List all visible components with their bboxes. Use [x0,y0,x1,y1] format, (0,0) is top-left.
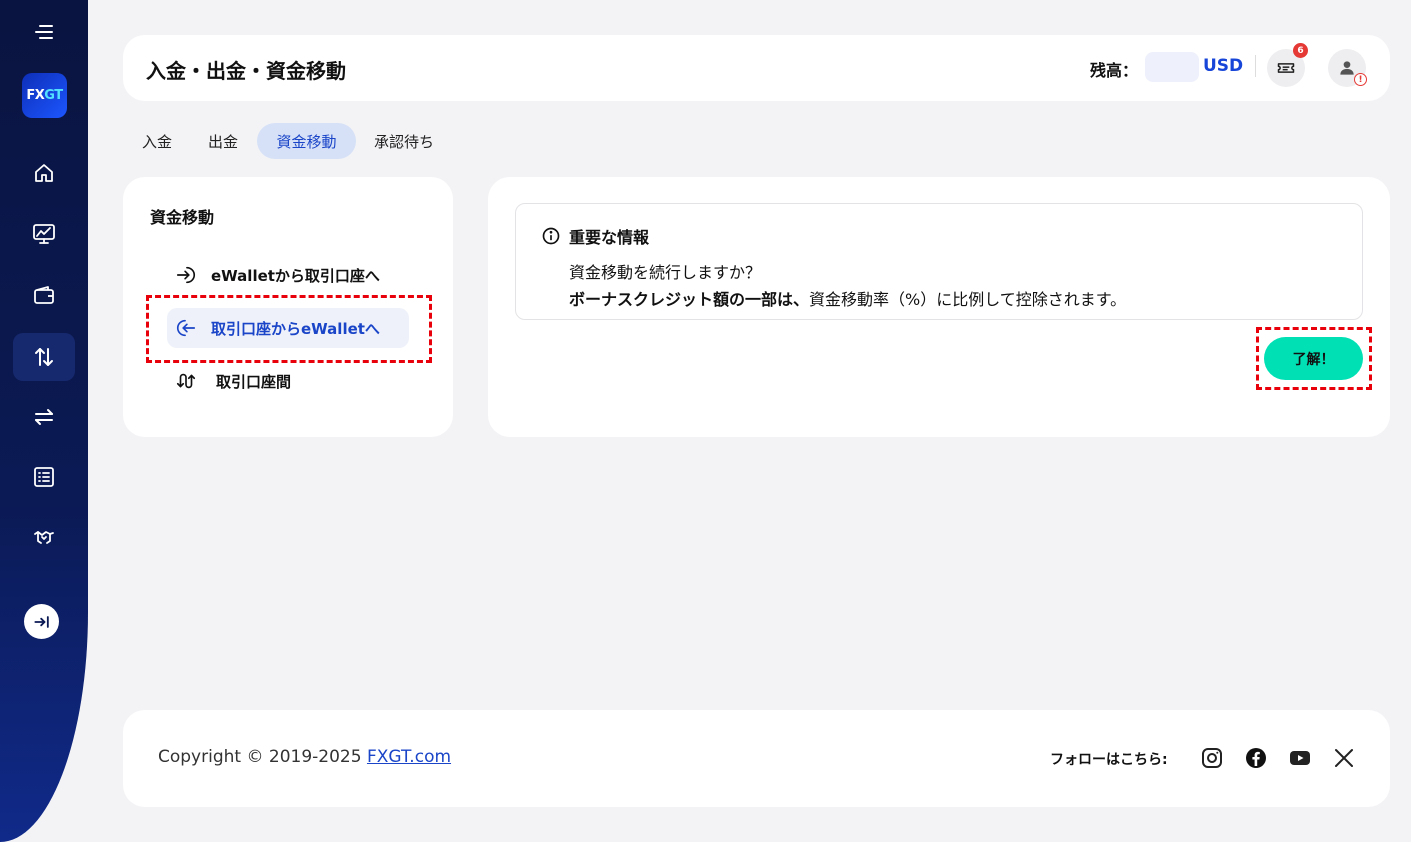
info-warning-text: 資金移動率（%）に比例して控除されます。 [809,290,1127,309]
x-icon[interactable] [1332,746,1356,770]
balance-amount-hidden [1145,52,1199,82]
youtube-icon[interactable] [1288,746,1312,770]
tab-transfer[interactable]: 資金移動 [257,123,356,159]
chart-icon[interactable] [20,210,68,258]
info-warning-bold: ボーナスクレジット額の一部は、 [569,290,810,309]
fxgt-link[interactable]: FXGT.com [367,747,451,767]
divider [1255,55,1256,77]
menu-item-label: eWalletから取引口座へ [211,266,380,285]
menu-item-label: 取引口座からeWalletへ [211,319,380,338]
facebook-icon[interactable] [1244,746,1268,770]
wallet-icon[interactable] [20,272,68,320]
home-icon[interactable] [20,149,68,197]
menu-item-ewallet-to-account[interactable]: eWalletから取引口座へ [167,255,380,295]
transfer-menu-card: 資金移動 eWalletから取引口座へ 取引口座からeWalletへ 取引口座間 [123,177,453,437]
tab-deposit[interactable]: 入金 [127,123,187,159]
ok-button[interactable]: 了解！ [1264,337,1363,380]
tab-withdrawal[interactable]: 出金 [193,123,253,159]
header: 入金・出金・資金移動 残高： USD 6 ! [123,35,1390,101]
arrow-in-icon [176,266,196,284]
footer: Copyright © 2019-2025 FXGT.com フォローはこちら: [123,710,1390,807]
alert-badge: ! [1354,73,1367,86]
menu-icon[interactable] [20,8,68,56]
user-icon [1340,61,1354,75]
transfer-vertical-icon[interactable] [13,333,75,381]
follow-label: フォローはこちら: [1050,752,1168,768]
balance-currency: USD [1203,56,1244,76]
notification-badge: 6 [1293,43,1308,58]
arrow-out-icon [176,319,196,337]
sidebar: FX GT [0,0,88,842]
info-warning: ボーナスクレジット額の一部は、資金移動率（%）に比例して控除されます。 [569,286,1126,310]
expand-icon[interactable] [24,604,59,639]
copyright: Copyright © 2019-2025 FXGT.com [158,747,452,767]
important-info-box: 重要な情報 資金移動を続行しますか？ ボーナスクレジット額の一部は、資金移動率（… [515,203,1363,320]
fxgt-logo[interactable]: FX GT [22,73,67,118]
info-title: 重要な情報 [569,228,650,247]
info-question: 資金移動を続行しますか？ [569,263,762,282]
user-menu-button[interactable]: ! [1328,49,1367,87]
handshake-icon[interactable] [20,513,68,561]
menu-item-account-to-ewallet[interactable]: 取引口座からeWalletへ [167,308,409,348]
ticket-icon [1277,63,1295,73]
balance-label: 残高： [1090,61,1139,80]
menu-item-between-accounts[interactable]: 取引口座間 [167,361,291,401]
transfer-menu-title: 資金移動 [150,208,215,227]
instagram-icon[interactable] [1200,746,1224,770]
notice-card: 重要な情報 資金移動を続行しますか？ ボーナスクレジット額の一部は、資金移動率（… [488,177,1390,437]
exchange-icon[interactable] [20,393,68,441]
notification-button[interactable]: 6 [1267,43,1308,87]
menu-item-label: 取引口座間 [216,372,292,391]
between-accounts-icon [176,373,196,389]
page-title: 入金・出金・資金移動 [146,59,346,83]
list-icon[interactable] [20,453,68,501]
tab-pending[interactable]: 承認待ち [362,123,446,159]
info-icon [542,227,560,245]
